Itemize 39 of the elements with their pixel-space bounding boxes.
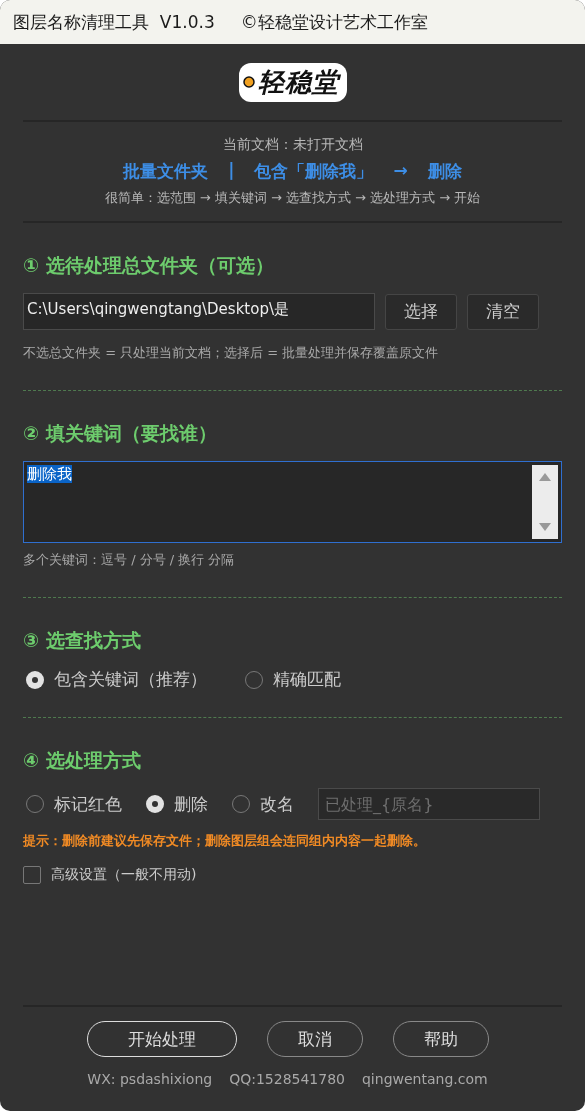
action-option[interactable]: 改名: [232, 792, 294, 816]
summary-text: |: [228, 160, 235, 182]
radio-icon[interactable]: [26, 670, 44, 689]
summary-text: 批量文件夹: [123, 160, 209, 183]
hint-text: 不选总文件夹 = 只处理当前文档；选择后 = 批量处理并保存覆盖原文件: [23, 344, 440, 362]
folder-path-field[interactable]: C:\Users\qingwengtang\Desktop\是: [23, 293, 375, 330]
summary-text: 包含「删除我」: [254, 160, 374, 183]
match-option[interactable]: 包含关键词（推荐）: [26, 668, 207, 691]
scroll-down-icon[interactable]: [539, 523, 551, 531]
rename-field[interactable]: 已处理_{原名}: [318, 788, 540, 820]
summary-text: →: [393, 160, 408, 182]
match-option[interactable]: 精确匹配: [245, 668, 341, 691]
dot-icon: [242, 76, 255, 88]
radio-icon[interactable]: [146, 795, 164, 813]
action-option[interactable]: 标记红色: [26, 792, 122, 816]
document-status: 当前文档：未打开文档: [222, 136, 363, 154]
contact-text: WX: psdashixiong: [87, 1071, 213, 1087]
steps-text: 很简单：选范围 → 填关键词 → 选查找方式 → 选处理方式 → 开始: [104, 189, 481, 207]
copyright-text: ©轻稳堂设计艺术工作室: [240, 10, 428, 34]
logo: 轻稳堂: [238, 62, 347, 102]
action-option[interactable]: 删除: [146, 792, 208, 816]
summary-text: 删除: [427, 160, 462, 183]
scrollbar[interactable]: [532, 465, 558, 539]
section-heading: ③ 选查找方式: [23, 628, 142, 653]
contact-text: qingwentang.com: [362, 1071, 488, 1087]
section-heading: ① 选待处理总文件夹（可选）: [23, 253, 275, 278]
section-heading: ② 填关键词（要找谁）: [23, 421, 218, 446]
scroll-up-icon[interactable]: [539, 473, 551, 481]
warning-text: 提示：删除前建议先保存文件；删除图层组会连同组内内容一起删除。: [23, 832, 427, 850]
contact-text: QQ:1528541780: [229, 1071, 345, 1087]
advanced-checkbox[interactable]: 高级设置（一般不用动): [23, 866, 562, 884]
keyword-field[interactable]: 删除我: [23, 461, 562, 543]
folder-button[interactable]: 清空: [467, 293, 539, 330]
checkbox-icon[interactable]: [23, 866, 41, 884]
hint-text: 多个关键词：逗号 / 分号 / 换行 分隔: [23, 551, 236, 569]
section-heading: ④ 选处理方式: [23, 748, 142, 773]
keyword-text: 删除我: [27, 465, 72, 483]
folder-button[interactable]: 选择: [385, 293, 457, 330]
window-title: 图层名称清理工具 V1.0.3: [13, 10, 215, 34]
